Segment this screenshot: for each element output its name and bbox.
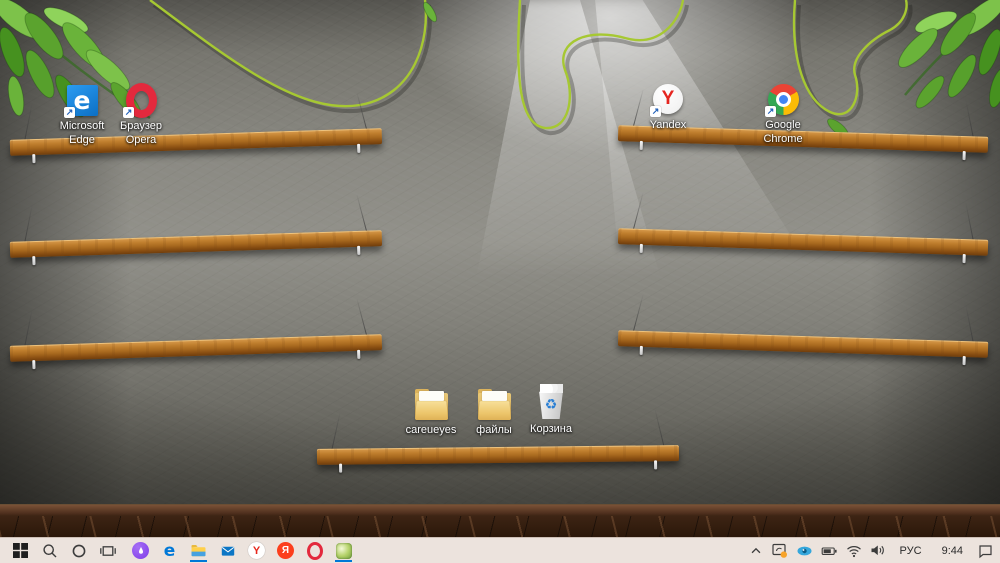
clock[interactable]: 9:44 (932, 538, 973, 563)
system-tray: РУС 9:44 (745, 538, 998, 563)
shortcut-arrow-icon: ↗ (123, 107, 134, 118)
windows-logo-icon (13, 543, 28, 558)
search-icon (42, 543, 56, 557)
desktop-icon-recycle-bin[interactable]: ♻ Корзина (513, 384, 589, 437)
chevron-up-icon (751, 547, 760, 553)
hidden-icons-button[interactable] (745, 538, 767, 563)
task-view-icon (99, 545, 116, 556)
alice-icon (132, 542, 149, 559)
cortana-button[interactable] (64, 538, 93, 563)
recycle-bin-icon: ♻ (538, 384, 565, 419)
desktop-icon-yandex[interactable]: Y ↗ Yandex (630, 82, 706, 133)
taskbar-mail[interactable] (213, 538, 242, 563)
shortcut-arrow-icon: ↗ (765, 106, 776, 117)
taskbar: e Y Я РУС 9:44 (0, 537, 1000, 563)
tray-volume[interactable] (866, 538, 890, 563)
shortcut-arrow-icon: ↗ (64, 107, 75, 118)
tray-careueyes-eye[interactable] (792, 538, 817, 563)
search-button[interactable] (35, 538, 64, 563)
action-center-button[interactable] (973, 538, 998, 563)
yandex-app-icon: Я (277, 542, 294, 559)
icon-label: Браузер Opera (120, 120, 162, 146)
taskbar-yandex-app[interactable]: Я (271, 538, 300, 563)
desktop-icon-opera[interactable]: ↗ Браузер Opera (103, 82, 179, 148)
file-explorer-icon (191, 544, 206, 556)
wall-shelf-center (316, 409, 680, 473)
wood-floor (0, 516, 1000, 538)
tray-screen-app[interactable] (767, 538, 792, 563)
wifi-icon (846, 545, 861, 557)
tray-wifi[interactable] (842, 538, 866, 563)
tray-battery[interactable] (817, 538, 842, 563)
taskbar-left-icons: e Y Я (6, 538, 358, 563)
language-indicator[interactable]: РУС (890, 538, 932, 563)
speaker-icon (871, 545, 884, 556)
icon-label: Корзина (530, 423, 572, 435)
battery-icon (821, 546, 837, 555)
eye-icon (797, 546, 812, 555)
taskbar-edge[interactable]: e (155, 538, 184, 563)
taskbar-opera[interactable] (300, 538, 329, 563)
icon-label: Yandex (649, 119, 687, 131)
careueyes-app-icon (335, 542, 352, 559)
mail-icon (221, 546, 234, 556)
desktop: e ↗ Microsoft Edge ↗ Браузер Opera Y ↗ Yan… (0, 0, 1000, 563)
shortcut-arrow-icon: ↗ (650, 106, 661, 117)
folder-icon (414, 388, 448, 420)
action-center-icon (979, 544, 992, 558)
desktop-icon-google-chrome[interactable]: ↗ Google Chrome (745, 82, 821, 147)
yandex-browser-icon: Y (248, 542, 265, 559)
start-button[interactable] (6, 538, 35, 563)
taskbar-careueyes-app[interactable] (329, 538, 358, 563)
taskbar-file-explorer[interactable] (184, 538, 213, 563)
taskbar-yandex-alice[interactable] (126, 538, 155, 563)
cortana-circle-icon (72, 544, 85, 557)
taskbar-yandex-browser[interactable]: Y (242, 538, 271, 563)
time-label: 9:44 (941, 544, 963, 557)
language-label: РУС (899, 544, 922, 557)
opera-icon (306, 541, 323, 560)
task-view-button[interactable] (93, 538, 122, 563)
icon-label: Google Chrome (763, 119, 803, 145)
folder-icon (477, 388, 511, 420)
edge-icon: e (163, 540, 176, 561)
screen-badge-icon (771, 543, 787, 558)
